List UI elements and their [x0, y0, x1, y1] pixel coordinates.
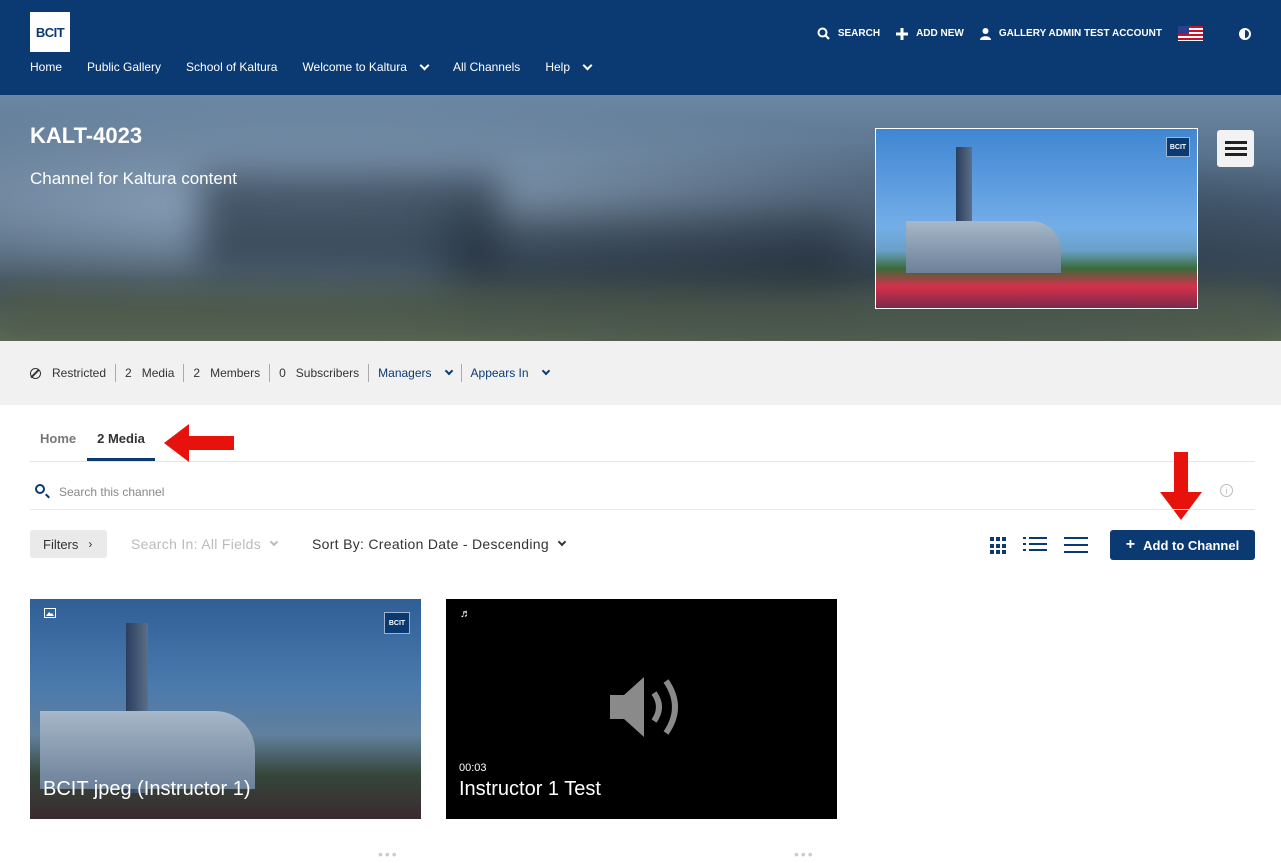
nav-welcome-label: Welcome to Kaltura	[302, 60, 407, 74]
appears-in-label: Appears In	[470, 366, 529, 380]
utility-nav: SEARCH ADD NEW GALLERY ADMIN TEST ACCOUN…	[801, 26, 1251, 41]
add-to-channel-label: Add to Channel	[1143, 537, 1240, 553]
members-count-value: 2	[193, 366, 201, 380]
managers-dropdown[interactable]: Managers	[368, 364, 460, 382]
building-shape	[906, 221, 1061, 273]
search-in-dropdown[interactable]: Search In: All Fields	[131, 536, 279, 552]
grid-view-icon[interactable]	[990, 537, 1006, 555]
red-arrow-left-icon	[164, 424, 234, 462]
more-options-icon[interactable]: •••	[794, 846, 815, 862]
media-card[interactable]: ♬ 00:03 Instructor 1 Test	[446, 599, 837, 819]
privacy-status: Restricted	[30, 364, 115, 382]
nav-public-gallery[interactable]: Public Gallery	[87, 60, 161, 74]
members-count-label: Members	[210, 366, 261, 380]
channel-actions-menu-button[interactable]	[1217, 130, 1254, 167]
chevron-down-icon	[269, 537, 279, 547]
chevron-down-icon[interactable]	[419, 60, 430, 70]
appears-in-dropdown[interactable]: Appears In	[460, 364, 558, 382]
main-nav: Home Public Gallery School of Kaltura We…	[30, 60, 616, 74]
channel-search-bar: i	[30, 474, 1255, 510]
search-label: SEARCH	[837, 28, 881, 39]
tab-home[interactable]: Home	[30, 418, 86, 461]
search-link[interactable]: SEARCH	[817, 27, 880, 40]
subscribers-count-label: Subscribers	[295, 366, 360, 380]
media-card[interactable]: BCIT BCIT jpeg (Instructor 1)	[30, 599, 421, 819]
plus-icon	[896, 27, 909, 40]
filters-label: Filters	[43, 536, 79, 552]
account-menu[interactable]: GALLERY ADMIN TEST ACCOUNT	[979, 27, 1162, 40]
media-count: 2 Media	[115, 364, 183, 382]
user-icon	[979, 27, 991, 40]
channel-info-bar: Restricted 2 Media 2 Members 0 Subscribe…	[0, 341, 1281, 405]
channel-thumbnail: BCIT	[875, 128, 1198, 309]
chevron-down-icon	[557, 537, 567, 547]
plus-icon: +	[1125, 536, 1136, 553]
image-type-icon	[44, 608, 56, 618]
audio-type-icon: ♬	[460, 608, 471, 620]
card-bcit-badge: BCIT	[384, 612, 410, 634]
members-count: 2 Members	[183, 364, 269, 382]
chevron-down-icon	[541, 366, 550, 376]
add-to-channel-button[interactable]: + Add to Channel	[1110, 530, 1255, 560]
chevron-down-icon[interactable]	[582, 60, 593, 70]
nav-school-of-kaltura[interactable]: School of Kaltura	[186, 60, 277, 74]
nav-welcome-to-kaltura[interactable]: Welcome to Kaltura	[302, 60, 430, 74]
subscribers-count: 0 Subscribers	[269, 364, 368, 382]
channel-banner: KALT-4023 Channel for Kaltura content BC…	[0, 95, 1281, 341]
media-title[interactable]: Instructor 1 Test	[459, 778, 601, 801]
contrast-toggle-icon[interactable]	[1239, 27, 1251, 40]
nav-all-channels[interactable]: All Channels	[453, 60, 520, 74]
channel-search-input[interactable]	[59, 482, 959, 502]
sort-by-label: Sort By: Creation Date - Descending	[312, 536, 549, 552]
detailed-list-view-icon[interactable]	[1023, 537, 1047, 555]
add-new-label: ADD NEW	[916, 28, 964, 39]
media-duration: 00:03	[459, 762, 487, 774]
restricted-icon	[30, 367, 41, 379]
bcit-logo[interactable]: BCIT	[30, 12, 70, 52]
account-label: GALLERY ADMIN TEST ACCOUNT	[998, 28, 1162, 39]
add-new-link[interactable]: ADD NEW	[896, 27, 964, 40]
media-count-label: Media	[141, 366, 175, 380]
chevron-right-icon: ›	[88, 537, 93, 551]
filters-button[interactable]: Filters ›	[30, 530, 107, 558]
media-title[interactable]: BCIT jpeg (Instructor 1)	[43, 778, 250, 801]
thumbnail-bcit-badge: BCIT	[1166, 137, 1190, 157]
more-options-icon[interactable]: •••	[378, 846, 399, 862]
chevron-down-icon	[444, 366, 453, 376]
channel-description: Channel for Kaltura content	[30, 169, 237, 188]
subscribers-count-value: 0	[279, 366, 286, 380]
us-flag-icon[interactable]	[1178, 26, 1203, 41]
compact-list-view-icon[interactable]	[1064, 537, 1088, 555]
speaker-icon	[610, 677, 678, 737]
nav-help-label: Help	[545, 60, 570, 74]
tab-media[interactable]: 2 Media	[87, 418, 155, 461]
search-icon	[35, 484, 45, 494]
managers-label: Managers	[378, 366, 432, 380]
search-icon	[817, 27, 830, 40]
nav-help[interactable]: Help	[545, 60, 593, 74]
search-in-label: Search In: All Fields	[131, 536, 262, 552]
channel-title: KALT-4023	[30, 123, 143, 148]
sort-by-dropdown[interactable]: Sort By: Creation Date - Descending	[312, 536, 567, 552]
top-header: BCIT SEARCH ADD NEW GALLERY ADMIN TEST A…	[0, 0, 1281, 95]
media-count-value: 2	[125, 366, 132, 380]
info-icon[interactable]: i	[1220, 484, 1233, 497]
privacy-label: Restricted	[52, 366, 107, 380]
nav-home[interactable]: Home	[30, 60, 62, 74]
